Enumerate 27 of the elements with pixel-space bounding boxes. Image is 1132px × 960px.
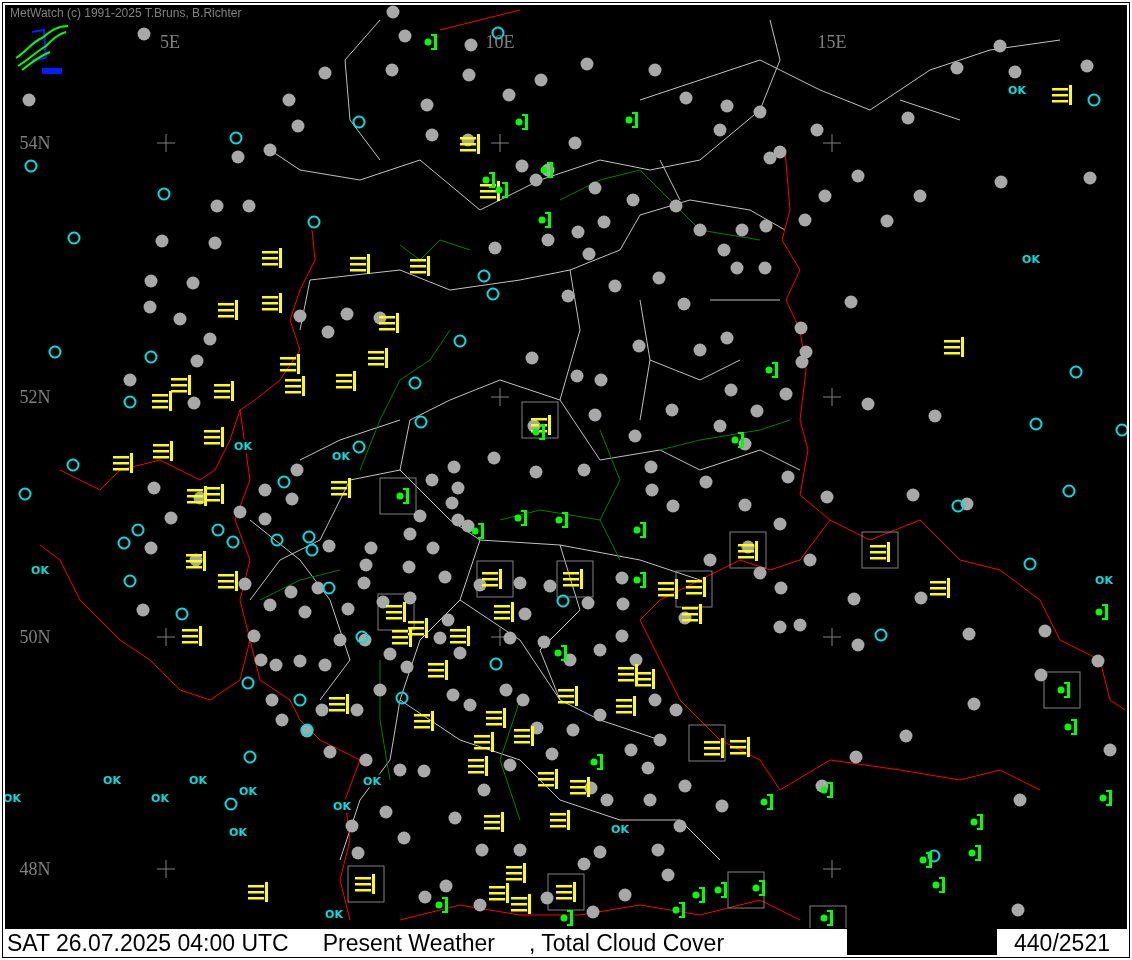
station-label: OK: [1008, 83, 1026, 97]
station-label: OK: [1022, 252, 1040, 266]
station-label: OK: [325, 907, 343, 921]
layer-text: , Total Cloud Cover: [528, 929, 725, 957]
station-label: OK: [1095, 573, 1113, 587]
station-count: 440/2521: [997, 929, 1127, 957]
station-label: OK: [333, 799, 351, 813]
station-label: OK: [332, 449, 350, 463]
station-label: OK: [151, 791, 169, 805]
longitude-label: 15E: [817, 31, 847, 53]
station-label: OK: [234, 439, 252, 453]
station-label: OK: [189, 773, 207, 787]
station-label: OK: [363, 774, 381, 788]
latitude-label: 52N: [19, 386, 51, 408]
station-label: OK: [239, 784, 257, 798]
layer-text: Present Weather: [322, 929, 495, 957]
window-title: MetWatch (c) 1991-2025 T.Bruns, B.Richter: [10, 6, 242, 20]
station-label: OK: [31, 563, 49, 577]
longitude-label: 10E: [485, 31, 515, 53]
date-time-text: SAT 26.07.2025 04:00 UTC: [7, 929, 289, 957]
longitude-label: 5E: [160, 31, 180, 53]
latitude-label: 50N: [19, 626, 51, 648]
station-label: OK: [611, 822, 629, 836]
latitude-label: 48N: [19, 858, 51, 880]
station-label: OK: [103, 773, 121, 787]
station-label: OK: [229, 825, 247, 839]
latitude-label: 54N: [19, 132, 51, 154]
